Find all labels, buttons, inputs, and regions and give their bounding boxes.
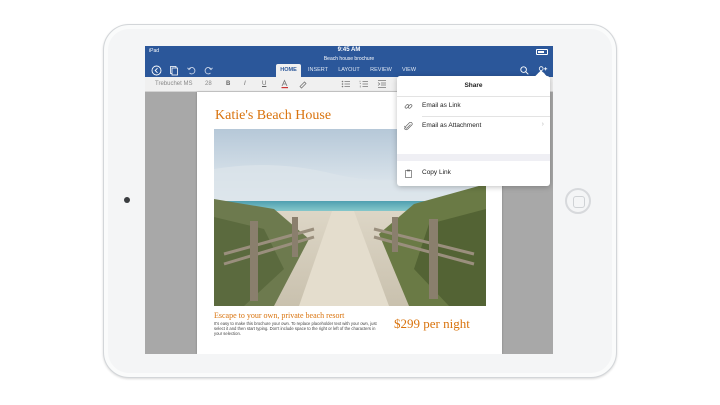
font-size-picker[interactable]: 28	[205, 79, 212, 89]
document-heading[interactable]: Katie's Beach House	[215, 108, 331, 124]
highlight-icon[interactable]	[298, 79, 308, 89]
redo-icon[interactable]	[202, 65, 214, 76]
email-as-attachment-label: Email as Attachment	[422, 122, 482, 129]
link-icon	[404, 102, 413, 111]
underline-button[interactable]: U	[262, 79, 266, 89]
indent-icon[interactable]	[377, 79, 387, 89]
copy-link-item[interactable]: Copy Link	[397, 165, 550, 182]
device-screen: iPad 9:45 AM Beach house brochure HOME I…	[145, 46, 553, 354]
email-as-attachment-item[interactable]: Email as Attachment ›	[397, 118, 550, 135]
numbering-icon[interactable]	[359, 79, 369, 89]
copy-link-label: Copy Link	[422, 169, 451, 176]
bullets-icon[interactable]	[341, 79, 351, 89]
tab-layout[interactable]: LAYOUT	[335, 64, 363, 77]
search-icon[interactable]	[518, 65, 530, 76]
section-gap	[397, 154, 550, 161]
tab-insert[interactable]: INSERT	[304, 64, 332, 77]
email-as-link-label: Email as Link	[422, 102, 461, 109]
document-subheading[interactable]: Escape to your own, private beach resort	[214, 311, 344, 320]
price-text[interactable]: $299 per night	[394, 316, 470, 332]
paperclip-icon	[403, 121, 413, 131]
undo-icon[interactable]	[185, 65, 197, 76]
share-popover: Share Email as Link Email as Attachment …	[397, 76, 550, 186]
status-time: 9:45 AM	[337, 47, 361, 53]
divider	[422, 116, 550, 117]
italic-button[interactable]: I	[244, 79, 246, 89]
bold-button[interactable]: B	[226, 79, 230, 89]
email-as-link-item[interactable]: Email as Link	[397, 98, 550, 115]
font-color-icon[interactable]	[280, 79, 290, 89]
back-icon[interactable]	[150, 65, 162, 76]
divider	[397, 96, 550, 97]
tab-review[interactable]: REVIEW	[367, 64, 395, 77]
document-title-bar: Beach house brochure	[145, 56, 553, 64]
chevron-right-icon: ›	[541, 121, 544, 128]
status-bar: iPad 9:45 AM	[145, 46, 553, 56]
document-body-text[interactable]: It's easy to make this brochure your own…	[214, 321, 384, 337]
clipboard-icon	[404, 169, 413, 178]
font-name-picker[interactable]: Trebuchet MS	[155, 79, 192, 89]
share-popover-title: Share	[464, 82, 483, 89]
tab-home[interactable]: HOME	[276, 64, 301, 77]
battery-icon	[536, 49, 548, 55]
file-icon[interactable]	[167, 65, 179, 76]
front-camera	[124, 197, 130, 203]
home-button[interactable]	[565, 188, 591, 214]
